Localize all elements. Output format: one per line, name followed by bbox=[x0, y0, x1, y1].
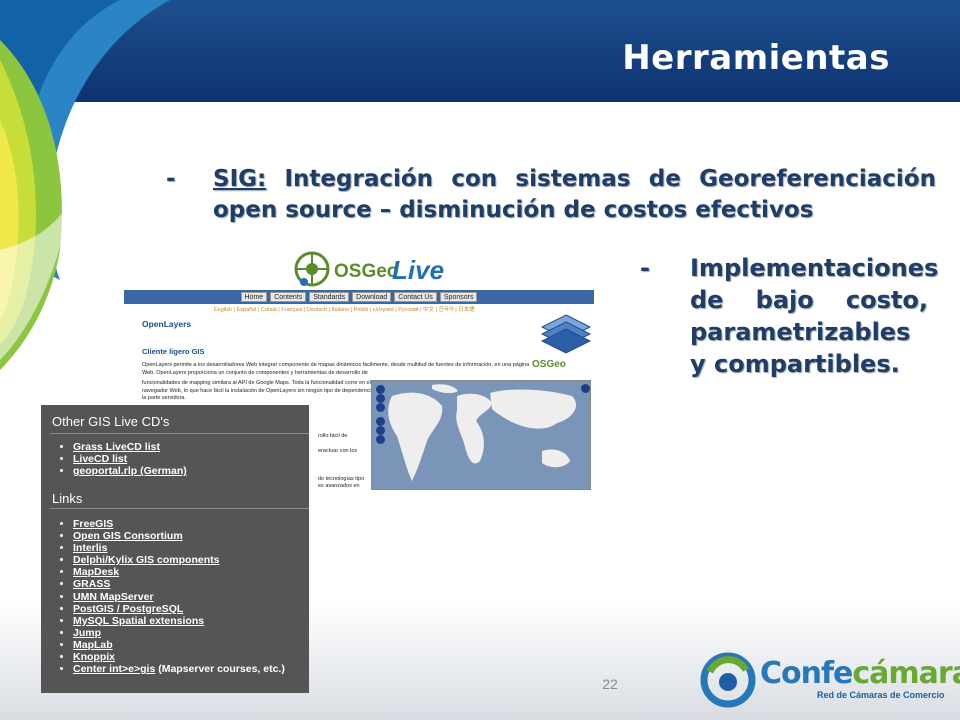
osgeo-logo-text: OSGeo bbox=[334, 261, 399, 282]
link-grass-livecd: Grass LiveCD list bbox=[73, 441, 160, 453]
list-item: LiveCD list bbox=[73, 453, 187, 465]
list-item: Open GIS Consortium bbox=[73, 530, 285, 542]
nav-sponsors: Sponsors bbox=[439, 292, 478, 302]
link-ogc: Open GIS Consortium bbox=[73, 530, 183, 543]
map-pan-down-icon bbox=[376, 403, 385, 412]
bullet-implementaciones-text: Implementaciones de bajo costo, parametr… bbox=[690, 254, 939, 378]
list-item: UMN MapServer bbox=[73, 591, 285, 603]
openlayers-layers-icon bbox=[540, 314, 592, 354]
nav-download: Download bbox=[352, 292, 392, 302]
live-logo-text: Live bbox=[392, 255, 445, 285]
list-item: Center int>e>gis (Mapserver courses, etc… bbox=[73, 663, 285, 675]
bullet-sig: - SIG: Integración con sistemas de Geore… bbox=[166, 164, 936, 226]
bullet-sig-text: SIG: Integración con sistemas de Georefe… bbox=[213, 164, 936, 226]
link-mysql-spatial: MySQL Spatial extensions bbox=[73, 614, 205, 627]
wordmark-part-2: cámaras bbox=[852, 656, 960, 691]
other-gis-list: Grass LiveCD list LiveCD list geoportal.… bbox=[73, 441, 187, 477]
confecamaras-logo: Confecámaras Red de Cámaras de Comercio bbox=[700, 652, 960, 708]
nav-contact-us: Contact Us bbox=[394, 292, 437, 302]
panel-divider bbox=[50, 433, 309, 434]
link-umn-mapserver: UMN MapServer bbox=[73, 590, 154, 603]
osgeo-navbar: Home Contents Standards Download Contact… bbox=[124, 290, 594, 304]
world-map bbox=[371, 380, 591, 490]
osgeo-small-logo: OSGeo bbox=[532, 359, 566, 370]
bullet-implementaciones: - Implementaciones de bajo costo, parame… bbox=[640, 252, 939, 380]
list-item: MySQL Spatial extensions bbox=[73, 615, 285, 627]
map-pan-center-icon bbox=[376, 394, 385, 403]
list-item: GRASS bbox=[73, 578, 285, 590]
link-maplab: MapLab bbox=[73, 638, 113, 651]
link-knoppix: Knoppix bbox=[73, 651, 115, 664]
list-item: Grass LiveCD list bbox=[73, 441, 187, 453]
link-interlis: Interlis bbox=[73, 542, 108, 555]
paragraph-fragment: rollo fácil de bbox=[318, 433, 348, 439]
openlayers-subtitle: Cliente ligero GIS bbox=[142, 347, 205, 356]
slide: Herramientas - SIG: Integración con sist… bbox=[0, 0, 960, 720]
list-item: Knoppix bbox=[73, 651, 285, 663]
wordmark-part-1: Confe bbox=[760, 656, 853, 691]
links-list: FreeGIS Open GIS Consortium Interlis Del… bbox=[73, 518, 285, 675]
confecamaras-swirl-icon bbox=[700, 652, 756, 708]
list-item: Jump bbox=[73, 627, 285, 639]
link-jump: Jump bbox=[73, 626, 102, 639]
paragraph-fragment: do tecnologías tipo bbox=[318, 476, 365, 482]
list-item: Delphi/Kylix GIS components bbox=[73, 554, 285, 566]
map-zoom-level-icon bbox=[376, 426, 385, 435]
list-item: MapDesk bbox=[73, 566, 285, 578]
bullet-sig-keyword: SIG: bbox=[213, 166, 267, 192]
panel-divider bbox=[50, 508, 309, 509]
page-number: 22 bbox=[602, 676, 618, 692]
map-zoom-in-icon bbox=[376, 417, 385, 426]
link-grass: GRASS bbox=[73, 578, 111, 591]
list-item-note: (Mapserver courses, etc.) bbox=[155, 663, 285, 676]
link-livecd-list: LiveCD list bbox=[73, 453, 128, 466]
language-links: English | Español | Català | Français | … bbox=[214, 307, 475, 313]
map-layer-switcher-icon bbox=[581, 384, 590, 393]
confecamaras-wordmark: Confecámaras bbox=[760, 656, 960, 691]
paragraph-fragment: eractuar con los bbox=[318, 448, 358, 454]
confecamaras-tagline: Red de Cámaras de Comercio bbox=[817, 690, 945, 700]
list-item: Interlis bbox=[73, 542, 285, 554]
bullet-sig-body: Integración con sistemas de Georeferenci… bbox=[213, 166, 936, 223]
osgeo-globe-icon bbox=[294, 251, 330, 287]
paragraph-fragment: es avanzados en bbox=[318, 483, 360, 489]
link-postgis: PostGIS / PostgreSQL bbox=[73, 602, 184, 615]
list-item: geoportal.rlp (German) bbox=[73, 465, 187, 477]
link-freegis: FreeGIS bbox=[73, 518, 114, 530]
slide-title: Herramientas bbox=[622, 38, 890, 78]
link-geoportal: geoportal.rlp (German) bbox=[73, 465, 187, 478]
bullet-dash: - bbox=[640, 254, 650, 282]
link-center-intergis: Center int>e>gis bbox=[73, 663, 156, 676]
gis-links-panel: Other GIS Live CD's Grass LiveCD list Li… bbox=[41, 405, 309, 693]
list-item: MapLab bbox=[73, 639, 285, 651]
link-delphi-kylix: Delphi/Kylix GIS components bbox=[73, 554, 220, 567]
map-zoom-out-icon bbox=[376, 435, 385, 444]
nav-home: Home bbox=[240, 292, 268, 302]
list-item: FreeGIS bbox=[73, 518, 285, 530]
openlayers-title: OpenLayers bbox=[142, 319, 192, 329]
world-map-land bbox=[388, 384, 577, 481]
map-pan-up-icon bbox=[376, 385, 385, 394]
openlayers-paragraph-1: OpenLayers permite a los desarrolladores… bbox=[142, 362, 530, 376]
osgeo-live-logo: OSGeo Live bbox=[292, 247, 462, 291]
link-mapdesk: MapDesk bbox=[73, 566, 120, 579]
nav-contents: Contents bbox=[270, 292, 307, 302]
nav-standards: Standards bbox=[309, 292, 350, 302]
openlayers-paragraph-2: funcionalidades de mapping similara al A… bbox=[142, 380, 382, 401]
bullet-dash: - bbox=[166, 166, 176, 192]
list-item: PostGIS / PostgreSQL bbox=[73, 603, 285, 615]
panel-heading-links: Links bbox=[52, 491, 83, 506]
panel-heading-other-gis: Other GIS Live CD's bbox=[52, 414, 170, 429]
